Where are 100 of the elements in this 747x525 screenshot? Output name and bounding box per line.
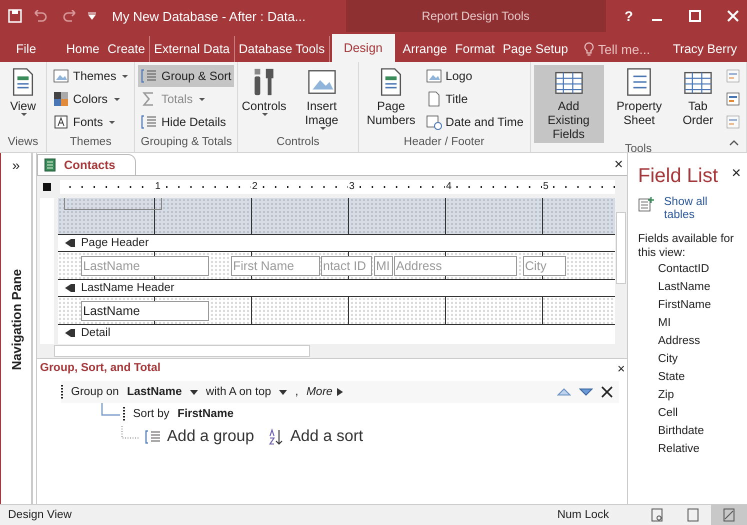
group-label: Controls — [276, 136, 320, 150]
num-lock-indicator: Num Lock — [557, 509, 609, 521]
button-label: Insert Image — [304, 99, 340, 127]
ribbon-button[interactable]: Logo — [422, 65, 527, 87]
more-link[interactable]: More — [306, 386, 350, 398]
field-item[interactable]: State — [658, 368, 741, 386]
button-label: Group & Sort — [161, 69, 232, 83]
button-label: Title — [446, 92, 468, 106]
button-label: Themes — [73, 69, 116, 83]
field-item[interactable]: Zip — [658, 386, 741, 404]
group-row[interactable]: Group on LastName with A on top , More — [61, 381, 619, 403]
button-label: Date and Time — [446, 115, 524, 129]
play-icon — [336, 387, 344, 397]
group-label: Grouping & Totals — [140, 136, 233, 150]
image-icon — [426, 68, 442, 84]
delete-icon[interactable] — [601, 386, 613, 398]
button-label: Add Existing Fields — [546, 99, 591, 141]
caret-icon — [114, 98, 120, 100]
calendar-icon — [426, 114, 442, 130]
maximize-icon[interactable] — [689, 10, 701, 22]
field-dropdown[interactable]: LastName — [126, 386, 198, 398]
save-icon[interactable] — [8, 9, 22, 23]
ribbon-button[interactable]: Hide Details — [138, 111, 234, 133]
caret-icon — [122, 74, 128, 78]
add-group-button[interactable]: Add a group — [145, 428, 254, 446]
caret-icon — [262, 113, 268, 116]
sort-field[interactable]: FirstName — [177, 408, 234, 420]
help-button[interactable]: ? — [624, 8, 633, 24]
navigation-pane[interactable]: » Navigation Pane — [0, 153, 33, 504]
tree-connector — [101, 403, 121, 417]
ribbon-button[interactable]: Property Sheet — [606, 65, 673, 143]
field-item[interactable]: Relative — [658, 440, 741, 458]
section-arrow-icon — [64, 238, 76, 248]
move-up-icon[interactable] — [557, 387, 571, 397]
ribbon-button[interactable]: Group & Sort — [138, 65, 234, 87]
button-label: Logo — [446, 69, 472, 83]
drag-handle-icon[interactable] — [123, 407, 125, 421]
caret-icon — [320, 127, 326, 130]
sort-icon — [268, 428, 284, 446]
ribbon-button[interactable]: Controls — [241, 65, 287, 136]
image-icon — [53, 68, 69, 84]
collapse-ribbon-icon[interactable] — [729, 140, 739, 146]
caret-icon — [198, 98, 205, 100]
ribbon-button[interactable]: Fonts — [50, 111, 132, 133]
caret-icon — [21, 113, 27, 116]
report-icon — [44, 158, 56, 172]
color-squares-icon — [53, 91, 69, 107]
row-label: Sort by — [133, 408, 170, 420]
document-icon — [426, 91, 442, 107]
button-label: Totals — [161, 92, 193, 106]
field-item[interactable]: City — [658, 350, 741, 368]
show-all-tables-link[interactable]: Show all tables — [664, 196, 714, 222]
ribbon-tab[interactable]: Page Setup — [498, 36, 572, 62]
expand-button[interactable]: » — [12, 157, 20, 173]
ribbon-button[interactable]: View — [3, 65, 43, 136]
close-button[interactable]: × — [617, 360, 625, 376]
ribbon-tab[interactable]: Design — [332, 34, 395, 62]
add-sort-button[interactable]: Add a sort — [268, 428, 364, 446]
user-name[interactable]: Tracy Berry — [672, 36, 737, 62]
button-label: Property Sheet — [616, 99, 663, 127]
ribbon-button[interactable]: Insert Image — [288, 65, 355, 136]
field-item[interactable]: Birthdate — [658, 422, 741, 440]
section-title: LastName Header — [81, 282, 174, 294]
close-button[interactable]: × — [732, 165, 741, 183]
field-item[interactable]: ContactID — [658, 260, 741, 278]
ribbon-tab[interactable]: Arrange — [398, 36, 452, 62]
button-label: Hide Details — [161, 115, 226, 129]
button-label: Page Numbers — [366, 99, 416, 127]
order-dropdown[interactable]: with A on top — [206, 386, 288, 398]
section-title: Page Header — [81, 237, 149, 249]
tab-label: Contacts — [64, 158, 116, 172]
field-item[interactable]: MI — [658, 314, 741, 332]
ribbon-tab[interactable]: Format — [451, 36, 499, 62]
ribbon-button[interactable]: Date and Time — [422, 111, 527, 133]
text-box-control[interactable]: LastName — [81, 301, 209, 321]
move-down-icon[interactable] — [579, 387, 593, 397]
ribbon-button[interactable]: Add Existing Fields — [534, 65, 604, 143]
image-icon — [306, 67, 337, 97]
field-item[interactable]: Address — [658, 332, 741, 350]
ribbon-button[interactable]: Title — [422, 88, 527, 110]
navigation-pane-label: Navigation Pane — [8, 269, 24, 370]
ribbon-button[interactable]: Page Numbers — [362, 65, 421, 136]
tell-me-field[interactable]: Tell me... — [598, 42, 660, 56]
ribbon-button[interactable]: Tab Order — [674, 65, 721, 143]
pane-title: Field List — [638, 165, 718, 188]
field-item[interactable]: Cell — [658, 404, 741, 422]
ribbon-button[interactable]: Colors — [50, 88, 132, 110]
field-item[interactable]: LastName — [658, 278, 741, 296]
field-item[interactable]: FirstName — [658, 296, 741, 314]
close-button[interactable]: × — [614, 156, 623, 172]
view-icon — [650, 508, 664, 522]
ribbon-button[interactable]: Themes — [50, 65, 132, 87]
view-icon — [686, 508, 700, 522]
drag-handle-icon[interactable] — [61, 385, 63, 399]
document-tab[interactable]: Contacts — [37, 154, 136, 175]
ribbon-tab[interactable]: Home — [62, 36, 104, 62]
ribbon-tab[interactable]: File — [12, 36, 40, 62]
close-icon[interactable] — [727, 10, 739, 22]
view-button[interactable] — [711, 505, 747, 525]
customize-icon[interactable] — [88, 12, 96, 20]
